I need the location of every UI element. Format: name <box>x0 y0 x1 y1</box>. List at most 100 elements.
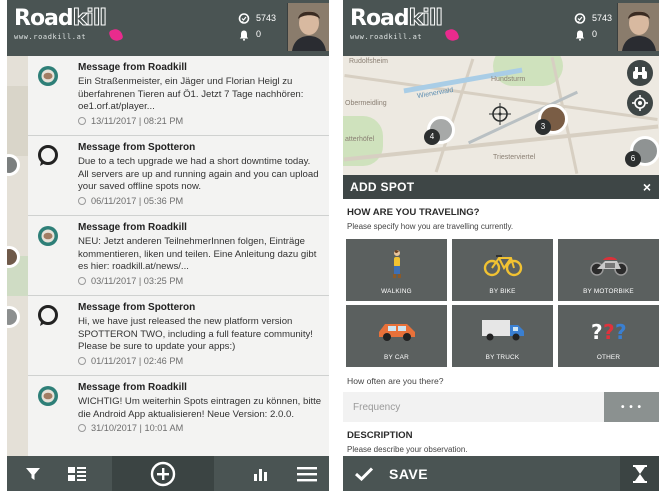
avatar[interactable] <box>617 3 659 51</box>
notifications-count: 0 <box>256 29 262 39</box>
traveling-title: HOW ARE YOU TRAVELING? <box>347 207 480 218</box>
frequency-input[interactable] <box>343 392 604 422</box>
map-cluster-marker[interactable]: 4 <box>424 116 455 145</box>
map-label: Triesterviertel <box>493 154 536 161</box>
mode-truck[interactable]: BY TRUCK <box>452 305 553 367</box>
mode-walking[interactable]: WALKING <box>346 239 447 301</box>
message-body: Hi, we have just released the new platfo… <box>78 316 313 352</box>
plus-circle-icon <box>150 461 176 486</box>
spots-count: 5743 <box>592 13 613 23</box>
background-map-strip <box>7 56 28 456</box>
clock-icon <box>78 424 86 433</box>
message-item[interactable]: Message from Roadkill WICHTIG! Um weiter… <box>28 376 329 456</box>
close-icon[interactable]: × <box>643 179 651 195</box>
map-view[interactable]: Rudolfsheim Hundsturm Obermeidling atter… <box>343 56 659 175</box>
description-subtitle: Please describe your observation. <box>347 445 468 454</box>
clock-icon <box>78 356 86 365</box>
map-cluster-marker[interactable] <box>7 306 20 328</box>
clock-icon <box>78 196 86 205</box>
map-label: atterhöfel <box>345 136 375 143</box>
checkmark-icon <box>355 466 373 481</box>
message-item[interactable]: Message from Roadkill NEU: Jetzt anderen… <box>28 216 329 296</box>
hourglass-icon <box>632 464 647 483</box>
cluster-count: 3 <box>535 119 551 135</box>
travel-mode-grid: WALKING BY BIKE BY MOTORBIKE BY CAR BY T… <box>346 239 659 367</box>
hourglass-button[interactable] <box>620 456 659 491</box>
message-item[interactable]: Message from Roadkill Ein Straßenmeister… <box>28 56 329 136</box>
message-list: Message from Roadkill Ein Straßenmeister… <box>28 56 329 456</box>
motorbike-icon <box>558 248 659 280</box>
map-cluster-marker[interactable]: 6 <box>625 136 659 167</box>
message-time: 06/11/2017 | 05:36 PM <box>91 195 184 206</box>
binoculars-icon <box>633 67 647 79</box>
message-body: Ein Straßenmeister, ein Jäger und Floria… <box>78 76 304 112</box>
menu-button[interactable] <box>289 456 325 491</box>
speech-bubble-icon <box>238 12 250 24</box>
speech-bubble-icon <box>574 12 586 24</box>
app-logo[interactable]: Roadkill www.roadkill.at <box>14 6 134 47</box>
message-title: Message from Roadkill <box>78 62 187 73</box>
locate-icon <box>632 95 648 111</box>
spots-count: 5743 <box>256 13 277 23</box>
filter-icon <box>26 467 40 480</box>
save-button[interactable]: SAVE <box>343 456 620 491</box>
binoculars-button[interactable] <box>627 60 653 86</box>
message-item[interactable]: Message from Spotteron Hi, we have just … <box>28 296 329 376</box>
mode-car[interactable]: BY CAR <box>346 305 447 367</box>
add-spot-title: ADD SPOT <box>350 180 415 194</box>
frequency-options-button[interactable]: • • • <box>604 392 659 422</box>
map-label: Hundsturm <box>491 76 526 83</box>
cluster-count: 6 <box>625 151 641 167</box>
message-body: WICHTIG! Um weiterhin Spots eintragen zu… <box>78 396 322 420</box>
map-cluster-marker[interactable]: 3 <box>535 104 568 135</box>
top-counters[interactable]: 5743 0 <box>238 10 282 46</box>
bicycle-icon <box>452 248 553 280</box>
spotteron-badge-icon <box>37 145 59 167</box>
frequency-row: • • • <box>343 392 659 422</box>
walking-person-icon <box>346 248 447 280</box>
list-view-button[interactable] <box>59 456 95 491</box>
map-label: Rudolfsheim <box>349 58 388 65</box>
logo-word-road: Road <box>350 6 410 31</box>
message-body: NEU: Jetzt anderen TeilnehmerInnen folge… <box>78 236 317 272</box>
question-marks-icon: ??? <box>558 314 659 346</box>
map-cluster-marker[interactable] <box>7 154 20 176</box>
app-logo[interactable]: Roadkill www.roadkill.at <box>350 6 470 47</box>
bar-chart-icon <box>254 468 267 481</box>
message-title: Message from Spotteron <box>78 302 196 313</box>
add-spot-button[interactable] <box>112 456 214 491</box>
message-title: Message from Spotteron <box>78 142 196 153</box>
clock-icon <box>78 116 86 125</box>
bell-icon <box>574 28 586 41</box>
message-time: 01/11/2017 | 02:46 PM <box>91 355 184 366</box>
message-time: 13/11/2017 | 08:21 PM <box>91 115 184 126</box>
top-counters[interactable]: 5743 0 <box>574 10 618 46</box>
mode-label: BY TRUCK <box>485 354 520 361</box>
top-bar: Roadkill www.roadkill.at 5743 0 <box>7 0 329 56</box>
message-time: 03/11/2017 | 03:25 PM <box>91 275 184 286</box>
message-time: 31/10/2017 | 10:01 AM <box>91 423 184 433</box>
locate-me-button[interactable] <box>627 90 653 116</box>
logo-word-road: Road <box>14 6 74 31</box>
spotteron-badge-icon <box>37 305 59 327</box>
logo-word-kill: kill <box>408 6 443 31</box>
mode-label: BY CAR <box>384 354 409 361</box>
filter-button[interactable] <box>15 456 51 491</box>
notifications-count: 0 <box>592 29 598 39</box>
mode-other[interactable]: ??? OTHER <box>558 305 659 367</box>
traveling-subtitle: Please specify how you are travelling cu… <box>347 222 514 231</box>
svg-text:?: ? <box>615 320 627 343</box>
mode-motorbike[interactable]: BY MOTORBIKE <box>558 239 659 301</box>
save-label: SAVE <box>389 465 429 482</box>
mode-label: BY MOTORBIKE <box>583 288 634 295</box>
hamburger-menu-icon <box>297 466 317 481</box>
add-spot-screen: Roadkill www.roadkill.at 5743 0 Rudolfsh… <box>343 0 659 491</box>
frequency-question: How often are you there? <box>347 376 444 386</box>
top-bar: Roadkill www.roadkill.at 5743 0 <box>343 0 659 56</box>
message-item[interactable]: Message from Spotteron Due to a tech upg… <box>28 136 329 216</box>
add-spot-header: ADD SPOT × <box>343 175 659 199</box>
car-icon <box>346 314 447 346</box>
statistics-button[interactable] <box>243 456 279 491</box>
mode-bike[interactable]: BY BIKE <box>452 239 553 301</box>
avatar[interactable] <box>287 3 329 51</box>
